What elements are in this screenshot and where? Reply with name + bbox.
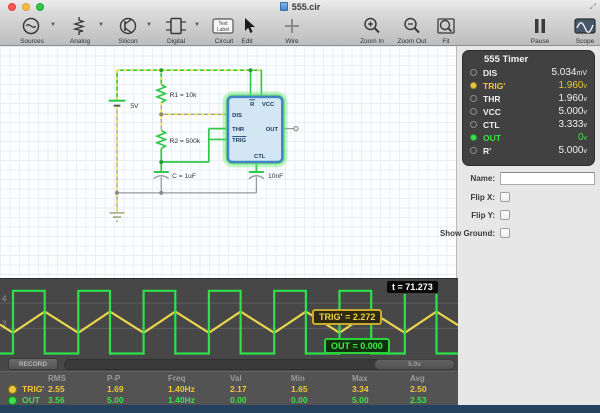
fit-icon xyxy=(435,16,457,36)
record-button[interactable]: RECORD xyxy=(8,358,58,370)
signal-row-thr[interactable]: THR1.960v xyxy=(462,92,595,105)
show-ground-checkbox[interactable] xyxy=(500,228,510,238)
col-header-min: Min xyxy=(291,374,305,383)
signal-row-dis[interactable]: DIS5.034mV xyxy=(462,66,595,79)
transistor-icon xyxy=(117,16,139,36)
window-bottom-bar xyxy=(0,405,600,413)
r1-label: R1 = 10k xyxy=(170,92,197,99)
c2-label: 10nF xyxy=(268,173,283,180)
signal-radio[interactable] xyxy=(470,147,477,154)
555-chip[interactable]: R VCC DIS THR TRIG OUT CTL xyxy=(225,94,284,164)
signal-radio[interactable] xyxy=(470,108,477,115)
cursor-icon xyxy=(236,16,258,36)
signal-radio[interactable] xyxy=(470,82,477,89)
battery[interactable] xyxy=(109,101,126,106)
trace-radio[interactable] xyxy=(9,386,16,393)
scope-button[interactable]: Scope xyxy=(561,14,600,46)
battery-label: 5V xyxy=(130,103,139,110)
toolbar: ▼ Sources ▼ Analog ▼ Silicon ▼ Digital T… xyxy=(0,14,600,46)
signal-radio[interactable] xyxy=(470,121,477,128)
col-header-max: Max xyxy=(352,374,368,383)
svg-text:4: 4 xyxy=(2,294,7,303)
sources-button[interactable]: ▼ Sources xyxy=(8,14,56,46)
signal-row-out[interactable]: OUT0v xyxy=(462,131,595,144)
scope-scroll-row: RECORD 5.0s xyxy=(0,358,458,371)
name-input[interactable] xyxy=(500,172,595,185)
panel-title: 555 Timer xyxy=(484,54,528,65)
signal-row-ctl[interactable]: CTL3.333v xyxy=(462,118,595,131)
ground-symbol[interactable] xyxy=(109,213,124,221)
flip-y-checkbox[interactable] xyxy=(500,210,510,220)
resistor-icon xyxy=(69,16,91,36)
scope-scrollbar-thumb[interactable]: 5.0s xyxy=(374,359,455,370)
app-window: 555.cir ⤢ ▼ Sources ▼ Analog ▼ Silicon ▼… xyxy=(0,0,600,413)
edit-button[interactable]: Edit xyxy=(223,14,271,46)
fullscreen-icon[interactable]: ⤢ xyxy=(590,2,596,12)
col-header-freq: Freq xyxy=(168,374,185,383)
pin-trig: TRIG xyxy=(232,138,246,144)
document-icon xyxy=(280,2,288,11)
trig-value-badge: TRIG' = 2.272 xyxy=(312,309,382,325)
flipflop-icon xyxy=(165,16,187,36)
title-bar: 555.cir ⤢ xyxy=(0,0,600,14)
col-header-pp: P-P xyxy=(107,374,120,383)
pin-vcc: VCC xyxy=(262,102,275,108)
window-title: 555.cir xyxy=(0,2,600,12)
pin-dis: DIS xyxy=(232,113,242,119)
fit-button[interactable]: Fit xyxy=(422,14,470,46)
flip-y-label: Flip Y: xyxy=(415,211,495,220)
zoom-out-icon xyxy=(401,16,423,36)
flip-x-checkbox[interactable] xyxy=(500,192,510,202)
show-ground-label: Show Ground: xyxy=(415,229,495,238)
pin-ctl: CTL xyxy=(254,154,266,160)
c1-label: C = 1uF xyxy=(172,173,196,180)
signal-row-vcc[interactable]: VCC5.000v xyxy=(462,105,595,118)
pause-icon xyxy=(529,16,551,36)
digital-button[interactable]: ▼ Digital xyxy=(152,14,200,46)
scope-icon xyxy=(573,16,597,36)
trace-radio[interactable] xyxy=(9,397,16,404)
wire-button[interactable]: Wire xyxy=(268,14,316,46)
signal-radio[interactable] xyxy=(470,134,477,141)
zoom-in-icon xyxy=(361,16,383,36)
voltage-source-icon xyxy=(21,16,43,36)
col-header-avg: Avg xyxy=(410,374,425,383)
name-label: Name: xyxy=(415,174,495,183)
pin-thr: THR xyxy=(232,127,245,133)
plus-icon xyxy=(281,16,303,36)
col-header-rms: RMS xyxy=(48,374,66,383)
out-value-badge: OUT = 0.000 xyxy=(324,338,390,354)
pin-out: OUT xyxy=(266,127,279,133)
signal-row-trig[interactable]: TRIG'1.960v xyxy=(462,79,595,92)
out-terminal[interactable] xyxy=(294,126,298,130)
signal-radio[interactable] xyxy=(470,95,477,102)
time-cursor-badge: t = 71.273 xyxy=(386,280,439,294)
signal-radio[interactable] xyxy=(470,69,477,76)
flip-x-label: Flip X: xyxy=(415,193,495,202)
col-header-val: Val xyxy=(230,374,242,383)
signal-stats-table: RMS P-P Freq Val Min Max Avg TRIG' 2.55 … xyxy=(0,371,458,405)
pause-button[interactable]: Pause xyxy=(516,14,564,46)
r2-label: R2 = 500k xyxy=(170,138,201,145)
schematic-drawing: R VCC DIS THR TRIG OUT CTL 5V R1 = 10k R… xyxy=(0,46,456,278)
analog-button[interactable]: ▼ Analog xyxy=(56,14,104,46)
silicon-button[interactable]: ▼ Silicon xyxy=(104,14,152,46)
signal-row-r[interactable]: R'5.000v xyxy=(462,144,595,157)
